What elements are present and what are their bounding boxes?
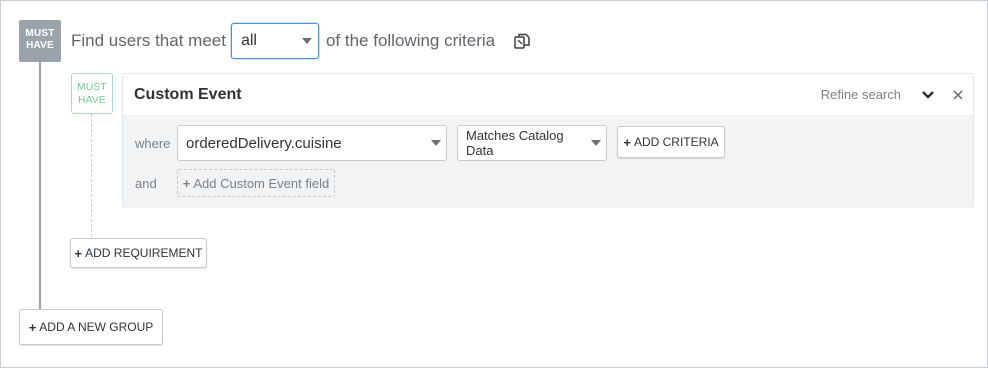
refine-search-link[interactable]: Refine search [821,87,901,102]
group-suffix-text: of the following criteria [325,31,496,50]
and-label: and [135,176,157,191]
caret-down-icon [301,38,312,44]
requirement-criteria-area: where orderedDelivery.cuisine Matches Ca… [123,115,973,208]
copy-icon[interactable] [513,32,531,50]
plus-icon: + [182,175,191,191]
badge-line-1: MUST [25,28,55,39]
group-header: Find users that meet all of the followin… [71,23,531,59]
event-field-value: orderedDelivery.cuisine [186,134,342,152]
add-criteria-button[interactable]: + ADD CRITERIA [617,126,725,158]
add-new-group-button[interactable]: + ADD A NEW GROUP [19,309,163,345]
add-custom-event-field-label: Add Custom Event field [193,175,330,191]
requirement-must-have-badge: MUST HAVE [71,73,113,114]
chevron-down-icon[interactable] [921,90,935,100]
where-label: where [135,136,171,151]
requirement-card-header: Custom Event Refine search [123,74,973,115]
requirement-connector-line [91,114,92,237]
group-connector-line [39,61,41,311]
operator-select[interactable]: Matches Catalog Data [457,125,607,161]
plus-icon: + [28,319,37,335]
badge-line-1: MUST [77,82,107,93]
requirement-card: Custom Event Refine search where ordered… [122,73,974,208]
segment-builder: MUST HAVE Find users that meet all of th… [0,0,988,368]
requirement-title: Custom Event [134,85,242,103]
add-requirement-button[interactable]: + ADD REQUIREMENT [70,238,207,268]
add-criteria-label: ADD CRITERIA [633,135,719,149]
close-icon[interactable] [953,90,963,100]
group-must-have-badge: MUST HAVE [19,20,61,62]
caret-down-icon [591,140,601,146]
add-custom-event-field-button[interactable]: + Add Custom Event field [177,169,335,197]
caret-down-icon [431,140,441,146]
badge-line-2: HAVE [26,40,54,51]
badge-line-2: HAVE [78,95,106,106]
group-intro-text: Find users that meet [71,31,226,50]
match-type-select[interactable]: all [230,23,319,59]
event-field-select[interactable]: orderedDelivery.cuisine [177,125,447,161]
add-requirement-label: ADD REQUIREMENT [85,246,203,260]
operator-value: Matches Catalog Data [466,128,564,158]
plus-icon: + [623,134,631,150]
add-new-group-label: ADD A NEW GROUP [39,320,154,334]
match-type-value: all [240,32,257,49]
plus-icon: + [74,245,83,261]
